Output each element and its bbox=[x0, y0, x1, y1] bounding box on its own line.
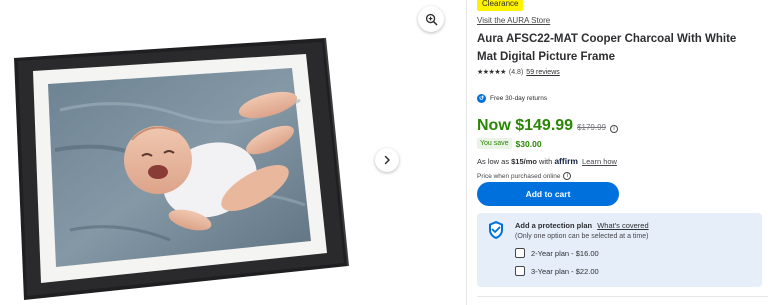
rating-row: ★★★★★ (4.8) 59 reviews bbox=[477, 68, 560, 77]
current-price: Now $149.99 bbox=[477, 117, 574, 134]
protection-title: Add a protection plan bbox=[515, 221, 593, 230]
plan-label: 3-Year plan - $22.00 bbox=[531, 266, 599, 276]
plan-option-2-year[interactable]: 2-Year plan - $16.00 bbox=[515, 248, 599, 258]
price-note-text: Price when purchased online bbox=[477, 172, 561, 180]
returns-info: ↺ Free 30-day returns bbox=[477, 94, 547, 103]
plan-option-3-year[interactable]: 3-Year plan - $22.00 bbox=[515, 266, 599, 276]
plan-label: 2-Year plan - $16.00 bbox=[531, 248, 599, 258]
affirm-logo: affirm bbox=[554, 156, 578, 166]
section-divider bbox=[477, 296, 768, 297]
affirm-with: with bbox=[538, 157, 553, 166]
reviews-link[interactable]: 59 reviews bbox=[526, 69, 559, 76]
you-save-badge: You save bbox=[477, 138, 512, 149]
affirm-prefix: As low as bbox=[477, 157, 510, 166]
save-amount: $30.00 bbox=[515, 138, 542, 149]
protection-plan-box: Add a protection plan What's covered (On… bbox=[477, 213, 762, 287]
price-row: Now $149.99 $179.99 i bbox=[477, 117, 618, 135]
learn-how-link[interactable]: Learn how bbox=[582, 157, 617, 166]
add-to-cart-button[interactable]: Add to cart bbox=[477, 182, 619, 206]
protection-title-row: Add a protection plan What's covered bbox=[515, 221, 649, 230]
zoom-in-icon bbox=[425, 13, 437, 25]
product-gallery bbox=[0, 0, 468, 305]
was-price: $179.99 bbox=[577, 123, 606, 132]
price-note: Price when purchased online i bbox=[477, 172, 572, 180]
next-image-button[interactable] bbox=[375, 148, 399, 172]
product-title: Aura AFSC22-MAT Cooper Charcoal With Whi… bbox=[477, 33, 737, 63]
zoom-button[interactable] bbox=[418, 6, 444, 32]
checkbox[interactable] bbox=[515, 266, 525, 276]
product-info-panel: Clearance Visit the AURA Store Aura AFSC… bbox=[477, 0, 768, 305]
column-divider bbox=[466, 0, 467, 305]
shield-icon bbox=[489, 221, 503, 239]
chevron-right-icon bbox=[384, 155, 390, 165]
star-rating-icon: ★★★★★ bbox=[477, 69, 506, 76]
savings-row: You save $30.00 bbox=[477, 138, 542, 149]
rating-value: (4.8) bbox=[508, 68, 524, 76]
affirm-row: As low as $15/mo with affirm Learn how bbox=[477, 156, 617, 166]
affirm-amount: $15/mo bbox=[511, 157, 537, 166]
checkbox[interactable] bbox=[515, 248, 525, 258]
info-icon[interactable]: i bbox=[563, 172, 572, 180]
whats-covered-link[interactable]: What's covered bbox=[597, 221, 648, 230]
returns-label: Free 30-day returns bbox=[490, 95, 548, 102]
info-icon[interactable]: i bbox=[609, 125, 618, 133]
protection-subtitle: (Only one option can be selected at a ti… bbox=[515, 233, 649, 240]
returns-icon: ↺ bbox=[477, 94, 486, 103]
store-link[interactable]: Visit the AURA Store bbox=[477, 16, 550, 25]
clearance-badge: Clearance bbox=[477, 0, 524, 11]
